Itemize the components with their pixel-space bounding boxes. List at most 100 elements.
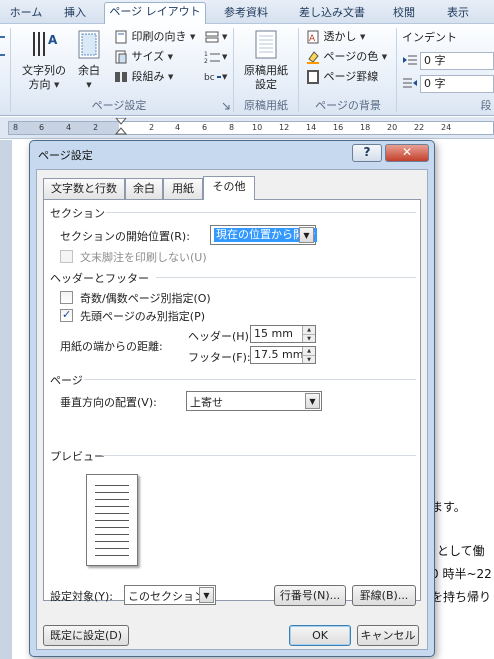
orientation-button[interactable]: 印刷の向き ▼ xyxy=(114,30,195,44)
manuscript-label-2: 設定 xyxy=(255,78,277,91)
indent-right-field[interactable]: 0 字 xyxy=(420,75,494,93)
tab-paper[interactable]: 用紙 xyxy=(163,178,203,199)
preview-group-title: プレビュー xyxy=(50,450,105,463)
doc-line: として働 xyxy=(437,544,485,558)
tab-insert[interactable]: 挿入 xyxy=(58,4,92,24)
help-button[interactable]: ? xyxy=(352,144,382,162)
apply-to-select[interactable]: このセクション ▼ xyxy=(124,585,216,605)
tab-layout-other[interactable]: その他 xyxy=(203,176,255,200)
page-setup-launcher-icon[interactable] xyxy=(222,100,230,114)
margins-button[interactable]: 余白 ▼ xyxy=(74,30,104,92)
ruler-number: 22 xyxy=(414,123,425,132)
close-button[interactable]: ✕ xyxy=(385,144,429,162)
dialog-title: ページ設定 xyxy=(38,149,93,162)
preview-line xyxy=(95,555,129,556)
preview-line xyxy=(95,548,129,549)
tab-characters-lines[interactable]: 文字数と行数 xyxy=(43,178,125,199)
chevron-down-icon[interactable]: ▼ xyxy=(305,393,320,409)
breaks-button[interactable]: ▼ xyxy=(204,30,227,44)
spinner-buttons: ▲ ▼ xyxy=(302,347,315,363)
page-color-button[interactable]: ページの色 ▼ xyxy=(306,50,387,64)
cancel-button[interactable]: キャンセル xyxy=(357,625,419,646)
spin-down-icon[interactable]: ▼ xyxy=(302,334,315,342)
set-as-default-button[interactable]: 既定に設定(D) xyxy=(43,625,129,646)
preview-line xyxy=(95,506,129,507)
manuscript-button[interactable]: 原稿用紙 設定 xyxy=(240,30,292,92)
columns-button[interactable]: 段組み ▼ xyxy=(114,70,173,84)
watermark-button[interactable]: A 透かし ▼ xyxy=(306,30,365,44)
tab-margins[interactable]: 余白 xyxy=(125,178,163,199)
ruler-number: 18 xyxy=(360,123,371,132)
header-distance-spinner[interactable]: 15 mm ▲ ▼ xyxy=(250,325,316,343)
footer-distance-spinner[interactable]: 17.5 mm ▲ ▼ xyxy=(250,346,316,364)
page-border-button[interactable]: ページ罫線 xyxy=(306,70,378,84)
preview-line xyxy=(95,513,129,514)
ruler-strip: 8 6 4 2 2 4 6 8 10 12 14 16 18 20 22 24 xyxy=(8,118,494,136)
page-color-icon xyxy=(307,51,319,64)
different-first-checkbox[interactable]: ✓ xyxy=(60,308,73,322)
preview-line xyxy=(95,485,129,486)
page-group-title: ページ xyxy=(50,374,83,387)
borders-button[interactable]: 罫線(B)... xyxy=(352,585,416,606)
group-separator xyxy=(10,28,11,112)
indent-right-icon xyxy=(402,77,418,95)
ruler-number: 8 xyxy=(13,123,19,132)
doc-line: を持ち帰り xyxy=(431,590,492,604)
tab-review[interactable]: 校閲 xyxy=(386,4,422,24)
margins-arrow-icon: ▼ xyxy=(86,81,92,89)
dialog-body: 文字数と行数 余白 用紙 その他 セクション セクションの開始位置(R): 現在… xyxy=(36,169,428,650)
indent-marker-icon[interactable] xyxy=(115,118,127,136)
preview-line xyxy=(95,499,129,500)
ruler-number: 4 xyxy=(66,123,72,132)
line-numbers-button[interactable]: 行番号(N)... xyxy=(274,585,346,606)
doc-line: ます。 xyxy=(431,500,466,514)
indent-title: インデント xyxy=(402,31,457,44)
hyphenation-button[interactable]: bc ▼ xyxy=(204,70,227,84)
text-direction-icon: A xyxy=(33,32,58,56)
ribbon-tab-bar: ホーム 挿入 ページ レイアウト 参考資料 差し込み文書 校閲 表示 xyxy=(0,0,494,25)
size-icon xyxy=(115,50,127,64)
preview-line xyxy=(95,534,129,535)
ruler-number: 14 xyxy=(306,123,317,132)
watermark-icon: A xyxy=(307,30,319,44)
headers-footers-group-title: ヘッダーとフッター xyxy=(50,272,149,285)
text-direction-button[interactable]: A 文字列の 方向 ▼ xyxy=(20,30,68,92)
apply-to-value: このセクション xyxy=(128,590,205,603)
line-numbers-icon: 12 xyxy=(204,51,220,64)
size-button[interactable]: サイズ ▼ xyxy=(114,50,173,64)
spin-down-icon[interactable]: ▼ xyxy=(302,355,315,363)
hyphenation-icon: bc xyxy=(204,73,221,83)
margins-label: 余白 xyxy=(78,64,100,77)
vertical-alignment-select[interactable]: 上寄せ ▼ xyxy=(186,391,322,411)
group-separator xyxy=(298,28,299,112)
chevron-down-icon[interactable]: ▼ xyxy=(299,227,314,243)
spin-up-icon[interactable]: ▲ xyxy=(302,326,315,334)
suppress-endnotes-label: 文末脚注を印刷しない(U) xyxy=(80,251,207,264)
preview-divider xyxy=(102,455,416,456)
tab-mailings[interactable]: 差し込み文書 xyxy=(292,4,372,24)
indent-left-field[interactable]: 0 字 xyxy=(420,52,494,70)
page-setup-dialog: ページ設定 ? ✕ 文字数と行数 余白 用紙 その他 セクション セクションの開… xyxy=(29,140,435,657)
vertical-alignment-value: 上寄せ xyxy=(190,396,223,409)
header-distance-value: 15 mm xyxy=(254,327,293,340)
spinner-buttons: ▲ ▼ xyxy=(302,326,315,342)
tab-references[interactable]: 参考資料 xyxy=(218,4,274,24)
svg-text:bc: bc xyxy=(204,73,215,83)
tab-page-layout[interactable]: ページ レイアウト xyxy=(104,2,206,25)
tab-home[interactable]: ホーム xyxy=(4,4,48,24)
chevron-down-icon[interactable]: ▼ xyxy=(199,587,214,603)
ok-button[interactable]: OK xyxy=(289,625,351,646)
line-numbers-ribbon-button[interactable]: 1 2 ▼ xyxy=(204,50,227,64)
manuscript-icon xyxy=(255,30,277,59)
odd-even-checkbox[interactable] xyxy=(60,291,73,304)
spin-up-icon[interactable]: ▲ xyxy=(302,347,315,355)
svg-text:2: 2 xyxy=(204,58,208,64)
section-start-select[interactable]: 現在の位置から開始 ▼ xyxy=(210,225,317,245)
ruler-number: 10 xyxy=(252,123,263,132)
suppress-endnotes-checkbox[interactable] xyxy=(60,250,73,263)
apply-to-label: 設定対象(Y): xyxy=(50,590,114,603)
tab-view[interactable]: 表示 xyxy=(440,4,476,24)
header-distance-label: ヘッダー(H): xyxy=(188,330,253,343)
footer-distance-value: 17.5 mm xyxy=(254,348,304,361)
preview-line xyxy=(95,492,129,493)
